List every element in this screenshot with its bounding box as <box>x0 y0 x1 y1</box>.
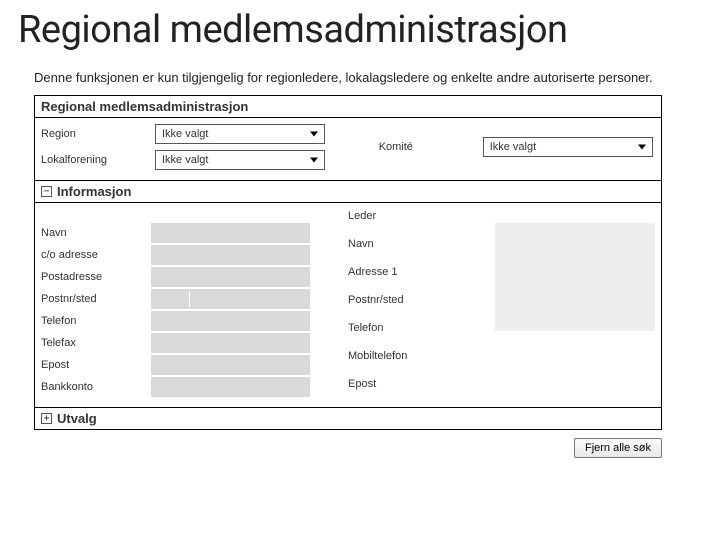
postnr-sted-field[interactable] <box>151 289 311 309</box>
intro-text: Denne funksjonen er kun tilgjengelig for… <box>34 70 664 85</box>
komite-select-value: Ikke valgt <box>490 141 536 153</box>
komite-select[interactable]: Ikke valgt <box>483 137 653 157</box>
lokalforening-label: Lokalforening <box>41 154 151 166</box>
leder-adresse1-label: Adresse 1 <box>348 262 458 282</box>
region-select[interactable]: Ikke valgt <box>155 124 325 144</box>
leder-details-block <box>495 223 655 331</box>
chevron-down-icon <box>310 132 318 137</box>
region-select-value: Ikke valgt <box>162 128 208 140</box>
bankkonto-label: Bankkonto <box>41 377 151 397</box>
leder-mobiltelefon-label: Mobiltelefon <box>348 346 458 366</box>
telefon-field[interactable] <box>151 311 311 331</box>
footer-actions: Fjern alle søk <box>34 438 662 458</box>
telefax-label: Telefax <box>41 333 151 353</box>
info-left-column: Navn c/o adresse Postadresse Postnr/sted… <box>41 223 348 397</box>
leder-epost-label: Epost <box>348 374 458 394</box>
informasjon-title: Informasjon <box>57 184 131 199</box>
admin-panel: Regional medlemsadministrasjon Region Ik… <box>34 95 662 430</box>
utvalg-header: + Utvalg <box>35 407 661 429</box>
co-adresse-field[interactable] <box>151 245 311 265</box>
leder-telefon-label: Telefon <box>348 318 458 338</box>
postadresse-field[interactable] <box>151 267 311 287</box>
clear-all-search-button[interactable]: Fjern alle søk <box>574 438 662 458</box>
filters-row: Region Ikke valgt Lokalforening Ikke val… <box>35 118 661 181</box>
expand-icon[interactable]: + <box>41 413 52 424</box>
utvalg-title: Utvalg <box>57 411 97 426</box>
region-label: Region <box>41 128 151 140</box>
filters-left: Region Ikke valgt Lokalforening Ikke val… <box>41 124 379 170</box>
leder-navn-label: Navn <box>348 234 458 254</box>
epost-label: Epost <box>41 355 151 375</box>
epost-field[interactable] <box>151 355 311 375</box>
lokalforening-select-value: Ikke valgt <box>162 154 208 166</box>
bankkonto-field[interactable] <box>151 377 311 397</box>
komite-label: Komité <box>379 141 479 153</box>
filters-right: Komité Ikke valgt <box>379 124 655 170</box>
telefax-field[interactable] <box>151 333 311 353</box>
page-title: Regional medlemsadministrasjon <box>18 8 701 52</box>
co-adresse-label: c/o adresse <box>41 245 151 265</box>
postadresse-label: Postadresse <box>41 267 151 287</box>
info-right-column: Leder Navn Adresse 1 Postnr/sted Telefon… <box>348 207 655 397</box>
telefon-label: Telefon <box>41 311 151 331</box>
postnr-sted-label: Postnr/sted <box>41 289 151 309</box>
lokalforening-select[interactable]: Ikke valgt <box>155 150 325 170</box>
panel-header: Regional medlemsadministrasjon <box>35 96 661 118</box>
chevron-down-icon <box>310 158 318 163</box>
chevron-down-icon <box>638 145 646 150</box>
informasjon-header: − Informasjon <box>35 181 661 203</box>
collapse-icon[interactable]: − <box>41 186 52 197</box>
navn-field[interactable] <box>151 223 311 243</box>
leder-postnr-sted-label: Postnr/sted <box>348 290 458 310</box>
navn-label: Navn <box>41 223 151 243</box>
informasjon-body: Navn c/o adresse Postadresse Postnr/sted… <box>35 203 661 407</box>
